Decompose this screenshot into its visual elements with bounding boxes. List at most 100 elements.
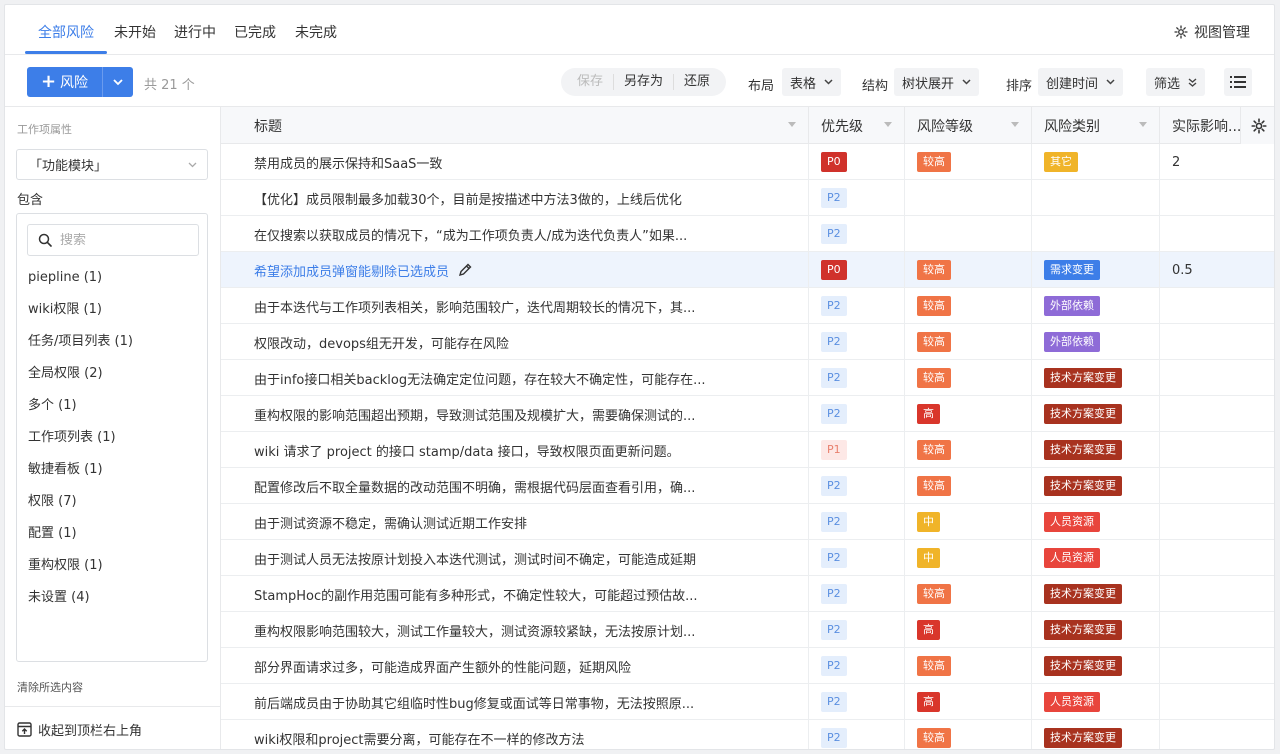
cell-title[interactable]: wiki 请求了 project 的接口 stamp/data 接口，导致权限页… bbox=[221, 432, 809, 468]
tab-not-started[interactable]: 未开始 bbox=[114, 22, 156, 42]
module-list-item[interactable]: 多个 (1) bbox=[28, 396, 133, 428]
cell-impact[interactable] bbox=[1160, 648, 1274, 684]
module-list-item[interactable]: wiki权限 (1) bbox=[28, 300, 133, 332]
sort-select[interactable]: 创建时间 bbox=[1038, 68, 1124, 96]
cell-title[interactable]: 权限改动，devops组无开发，可能存在风险 bbox=[221, 324, 809, 360]
cell-category[interactable]: 技术方案变更 bbox=[1032, 432, 1160, 468]
cell-impact[interactable] bbox=[1160, 720, 1274, 749]
cell-level[interactable]: 较高 bbox=[905, 252, 1032, 288]
risk-title[interactable]: 权限改动，devops组无开发，可能存在风险 bbox=[254, 333, 509, 352]
cell-impact[interactable]: 0.5 bbox=[1160, 252, 1274, 288]
column-header-title[interactable]: 标题 bbox=[221, 107, 809, 144]
risk-title[interactable]: 前后端成员由于协助其它组临时性bug修复或面试等日常事物，无法按照原... bbox=[254, 693, 694, 712]
cell-category[interactable]: 技术方案变更 bbox=[1032, 720, 1160, 749]
cell-category[interactable]: 人员资源 bbox=[1032, 504, 1160, 540]
risk-title[interactable]: 【优化】成员限制最多加载30个，目前是按描述中方法3做的，上线后优化 bbox=[254, 189, 682, 208]
cell-category[interactable]: 人员资源 bbox=[1032, 684, 1160, 720]
save-as-button[interactable]: 另存为 bbox=[613, 74, 673, 90]
cell-priority[interactable]: P2 bbox=[809, 720, 905, 749]
module-list-item[interactable]: 工作项列表 (1) bbox=[28, 428, 133, 460]
cell-impact[interactable] bbox=[1160, 288, 1274, 324]
cell-level[interactable]: 较高 bbox=[905, 288, 1032, 324]
cell-impact[interactable] bbox=[1160, 324, 1274, 360]
attribute-select[interactable]: 「功能模块」 bbox=[16, 149, 208, 180]
cell-priority[interactable]: P2 bbox=[809, 468, 905, 504]
cell-priority[interactable]: P1 bbox=[809, 432, 905, 468]
cell-impact[interactable]: 2 bbox=[1160, 144, 1274, 180]
table-row[interactable]: 【优化】成员限制最多加载30个，目前是按描述中方法3做的，上线后优化 P2 bbox=[221, 180, 1274, 216]
module-list-item[interactable]: 敏捷看板 (1) bbox=[28, 460, 133, 492]
risk-title[interactable]: 配置修改后不取全量数据的改动范围不明确，需根据代码层面查看引用，确... bbox=[254, 477, 695, 496]
add-risk-button[interactable]: + 风险 bbox=[27, 67, 103, 97]
cell-impact[interactable] bbox=[1160, 684, 1274, 720]
cell-title[interactable]: 前后端成员由于协助其它组临时性bug修复或面试等日常事物，无法按照原... bbox=[221, 684, 809, 720]
risk-title[interactable]: wiki权限和project需要分离，可能存在不一样的修改方法 bbox=[254, 729, 585, 748]
cell-priority[interactable]: P2 bbox=[809, 504, 905, 540]
cell-category[interactable] bbox=[1032, 216, 1160, 252]
layout-select[interactable]: 表格 bbox=[782, 68, 842, 96]
cell-impact[interactable] bbox=[1160, 432, 1274, 468]
cell-level[interactable]: 较高 bbox=[905, 144, 1032, 180]
module-list-item[interactable]: 未设置 (4) bbox=[28, 588, 133, 620]
table-row[interactable]: 由于测试人员无法按原计划投入本迭代测试，测试时间不确定，可能造成延期 P2 中 人员资… bbox=[221, 540, 1274, 576]
cell-category[interactable]: 外部依赖 bbox=[1032, 324, 1160, 360]
table-row[interactable]: 重构权限的影响范围超出预期，导致测试范围及规模扩大，需要确保测试的... P2 高 技… bbox=[221, 396, 1274, 432]
cell-level[interactable]: 中 bbox=[905, 504, 1032, 540]
cell-title[interactable]: 由于本迭代与工作项列表相关，影响范围较广，迭代周期较长的情况下，其... bbox=[221, 288, 809, 324]
cell-priority[interactable]: P2 bbox=[809, 180, 905, 216]
structure-select[interactable]: 树状展开 bbox=[894, 68, 980, 96]
cell-level[interactable]: 高 bbox=[905, 612, 1032, 648]
cell-level[interactable] bbox=[905, 216, 1032, 252]
filter-button[interactable]: 筛选 bbox=[1146, 68, 1206, 96]
tab-in-progress[interactable]: 进行中 bbox=[174, 22, 216, 42]
cell-priority[interactable]: P2 bbox=[809, 612, 905, 648]
table-row[interactable]: 禁用成员的展示保持和SaaS一致 P0 较高 其它 2 bbox=[221, 144, 1274, 180]
cell-category[interactable]: 技术方案变更 bbox=[1032, 360, 1160, 396]
risk-title[interactable]: 重构权限的影响范围超出预期，导致测试范围及规模扩大，需要确保测试的... bbox=[254, 405, 695, 424]
cell-level[interactable]: 较高 bbox=[905, 720, 1032, 749]
cell-category[interactable]: 技术方案变更 bbox=[1032, 576, 1160, 612]
cell-level[interactable]: 较高 bbox=[905, 324, 1032, 360]
table-row[interactable]: 配置修改后不取全量数据的改动范围不明确，需根据代码层面查看引用，确... P2 较高… bbox=[221, 468, 1274, 504]
sidebar-search-input[interactable] bbox=[60, 232, 180, 248]
column-header-level[interactable]: 风险等级 bbox=[905, 107, 1032, 144]
column-settings-button[interactable] bbox=[1240, 107, 1274, 144]
table-row[interactable]: 在仅搜索以获取成员的情况下，“成为工作项负责人/成为迭代负责人”如果... P2 bbox=[221, 216, 1274, 252]
module-list-item[interactable]: 权限 (7) bbox=[28, 492, 133, 524]
cell-category[interactable]: 其它 bbox=[1032, 144, 1160, 180]
list-settings-button[interactable] bbox=[1224, 68, 1252, 96]
restore-button[interactable]: 还原 bbox=[673, 74, 720, 90]
cell-impact[interactable] bbox=[1160, 468, 1274, 504]
cell-priority[interactable]: P2 bbox=[809, 576, 905, 612]
collapse-sidebar-button[interactable]: 收起到顶栏右上角 bbox=[5, 706, 221, 749]
cell-level[interactable]: 较高 bbox=[905, 576, 1032, 612]
cell-priority[interactable]: P2 bbox=[809, 540, 905, 576]
cell-category[interactable]: 技术方案变更 bbox=[1032, 612, 1160, 648]
table-row[interactable]: 希望添加成员弹窗能剔除已选成员 P0 较高 需求变更 0.5 bbox=[221, 252, 1274, 288]
edit-pencil-icon[interactable] bbox=[457, 262, 473, 278]
view-manage-button[interactable]: 视图管理 bbox=[1174, 22, 1250, 42]
table-row[interactable]: 前后端成员由于协助其它组临时性bug修复或面试等日常事物，无法按照原... P2 高… bbox=[221, 684, 1274, 720]
tab-all-risks[interactable]: 全部风险 bbox=[38, 22, 94, 42]
tab-completed[interactable]: 已完成 bbox=[234, 22, 276, 42]
cell-impact[interactable] bbox=[1160, 504, 1274, 540]
module-list-item[interactable]: piepline (1) bbox=[28, 268, 133, 300]
cell-title[interactable]: 重构权限的影响范围超出预期，导致测试范围及规模扩大，需要确保测试的... bbox=[221, 396, 809, 432]
cell-title[interactable]: 配置修改后不取全量数据的改动范围不明确，需根据代码层面查看引用，确... bbox=[221, 468, 809, 504]
cell-title[interactable]: 由于info接口相关backlog无法确定定位问题，存在较大不确定性，可能存在.… bbox=[221, 360, 809, 396]
table-row[interactable]: 由于测试资源不稳定，需确认测试近期工作安排 P2 中 人员资源 bbox=[221, 504, 1274, 540]
table-row[interactable]: wiki 请求了 project 的接口 stamp/data 接口，导致权限页… bbox=[221, 432, 1274, 468]
tab-unfinished[interactable]: 未完成 bbox=[295, 22, 337, 42]
cell-title[interactable]: 在仅搜索以获取成员的情况下，“成为工作项负责人/成为迭代负责人”如果... bbox=[221, 216, 809, 252]
cell-category[interactable]: 需求变更 bbox=[1032, 252, 1160, 288]
module-list-item[interactable]: 重构权限 (1) bbox=[28, 556, 133, 588]
cell-impact[interactable] bbox=[1160, 396, 1274, 432]
save-button[interactable]: 保存 bbox=[567, 74, 613, 90]
cell-priority[interactable]: P0 bbox=[809, 252, 905, 288]
cell-title[interactable]: 禁用成员的展示保持和SaaS一致 bbox=[221, 144, 809, 180]
cell-level[interactable]: 较高 bbox=[905, 468, 1032, 504]
risk-title[interactable]: 由于测试资源不稳定，需确认测试近期工作安排 bbox=[254, 513, 527, 532]
cell-level[interactable]: 较高 bbox=[905, 432, 1032, 468]
cell-priority[interactable]: P2 bbox=[809, 216, 905, 252]
module-list-item[interactable]: 全局权限 (2) bbox=[28, 364, 133, 396]
